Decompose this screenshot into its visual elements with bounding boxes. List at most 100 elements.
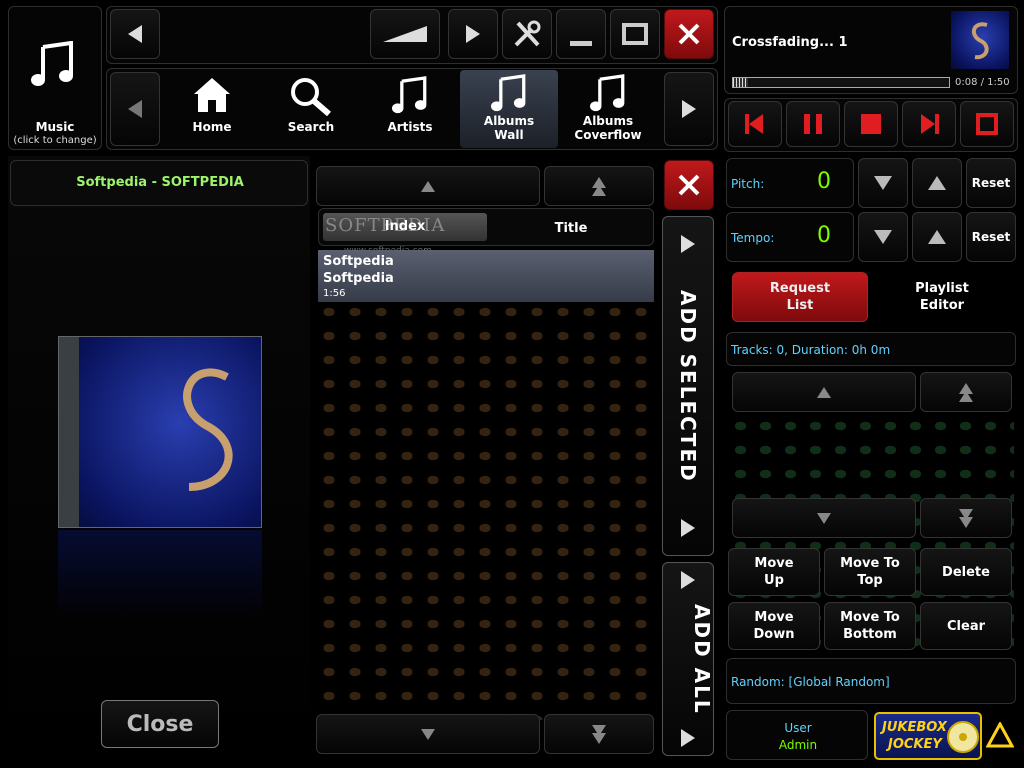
progress-fill [733, 78, 749, 87]
album-title: Softpedia - SOFTPEDIA [76, 175, 244, 190]
queue-scroll-down-button[interactable] [732, 498, 916, 538]
down-arrow-icon [421, 728, 435, 740]
scroll-down-button[interactable] [316, 714, 540, 754]
next-track-button[interactable] [902, 101, 956, 147]
add-selected-button[interactable]: ADD SELECTED [662, 216, 714, 556]
tempo-reset-button[interactable]: Reset [966, 212, 1016, 262]
nav-albums-wall-label: Albums Wall [483, 114, 535, 142]
queue-scroll-top-button[interactable] [920, 372, 1012, 412]
pitch-up-button[interactable] [912, 158, 962, 208]
home-icon [194, 78, 230, 112]
play-arrow-icon [681, 235, 695, 254]
logo-line1: JUKEBOX [882, 720, 947, 735]
clear-selection-button[interactable] [664, 160, 714, 210]
nav-home-label: Home [192, 120, 232, 134]
pitch-reset-label: Reset [971, 175, 1011, 190]
progress-bar[interactable] [732, 77, 950, 88]
move-up-button[interactable]: Move Up [728, 548, 820, 596]
nav-artists[interactable]: Artists [361, 70, 459, 148]
user-box[interactable]: User Admin [726, 710, 868, 760]
pitch-down-button[interactable] [858, 158, 908, 208]
tracklist-panel: SOFTPEDIA Index Title www.softpedia.com … [314, 160, 658, 758]
tempo-value: 0 [817, 223, 831, 248]
nav-search-label: Search [287, 120, 335, 134]
play-arrow-icon [681, 729, 695, 748]
forward-button[interactable] [448, 9, 498, 59]
album-cover[interactable] [58, 336, 262, 528]
nav-next-icon [682, 100, 696, 118]
stop-after-button[interactable] [960, 101, 1014, 147]
previous-track-button[interactable] [728, 101, 782, 147]
jukebox-jockey-logo[interactable]: JUKEBOX JOCKEY [874, 712, 982, 760]
source-sublabel: (click to change) [13, 135, 97, 146]
up-arrow-icon [928, 176, 946, 190]
pitch-label: Pitch: [731, 177, 765, 191]
scroll-up-button[interactable] [316, 166, 540, 206]
maximize-icon [622, 23, 648, 45]
pitch-reset-button[interactable]: Reset [966, 158, 1016, 208]
tab-playlist-editor[interactable]: Playlist Editor [874, 272, 1010, 322]
nav-next-button[interactable] [664, 72, 714, 146]
tempo-down-button[interactable] [858, 212, 908, 262]
bottom-arrow-icon [592, 732, 606, 744]
move-down-button[interactable]: Move Down [728, 602, 820, 650]
nav-albums-coverflow[interactable]: Albums Coverflow [559, 70, 657, 148]
random-box[interactable]: Random: [Global Random] [726, 658, 1016, 704]
queue-scroll-bottom-button[interactable] [920, 498, 1012, 538]
back-arrow-icon [128, 25, 142, 43]
album-close-label: Close [126, 711, 194, 737]
tab-request-list[interactable]: Request List [732, 272, 868, 322]
back-button[interactable] [110, 9, 160, 59]
close-icon [678, 174, 700, 196]
pitch-box: Pitch: 0 [726, 158, 854, 208]
maximize-button[interactable] [610, 9, 660, 59]
play-arrow-icon [681, 518, 695, 537]
move-to-bottom-button[interactable]: Move To Bottom [824, 602, 916, 650]
expand-triangle-icon[interactable] [986, 722, 1014, 748]
scroll-top-button[interactable] [544, 166, 654, 206]
tempo-label: Tempo: [731, 231, 775, 245]
music-note-icon [392, 76, 427, 114]
music-note-icon [491, 74, 526, 112]
settings-button[interactable] [502, 9, 552, 59]
move-up-label: Move Up [754, 556, 794, 588]
pause-button[interactable] [786, 101, 840, 147]
down-arrow-icon [874, 176, 892, 190]
volume-button[interactable] [370, 9, 440, 59]
nav-prev-button[interactable] [110, 72, 160, 146]
track-row[interactable]: Softpedia Softpedia 1:56 [318, 250, 654, 302]
nav-search[interactable]: Search [262, 70, 360, 148]
clear-queue-button[interactable]: Clear [920, 602, 1012, 650]
add-all-button[interactable]: ADD ALL [662, 562, 714, 756]
close-app-button[interactable] [664, 9, 714, 59]
source-selector[interactable]: Music (click to change) [8, 6, 102, 150]
up-arrow-icon [421, 180, 435, 192]
now-playing-panel: Crossfading... 1 0:08 / 1:50 [724, 6, 1018, 94]
minimize-button[interactable] [556, 9, 606, 59]
nav-home[interactable]: Home [163, 70, 261, 148]
logo-line2: JOCKEY [888, 737, 942, 752]
user-label: User [784, 721, 812, 735]
track-row-duration: 1:56 [323, 288, 346, 299]
music-note-icon [590, 74, 625, 112]
stop-button[interactable] [844, 101, 898, 147]
record-disc-icon [947, 721, 979, 753]
tempo-up-button[interactable] [912, 212, 962, 262]
column-index-label: Index [384, 219, 426, 234]
delete-button[interactable]: Delete [920, 548, 1012, 596]
source-label: Music [35, 120, 75, 134]
random-text: Random: [Global Random] [731, 675, 890, 689]
equalizer-background [316, 300, 656, 720]
move-to-top-button[interactable]: Move To Top [824, 548, 916, 596]
column-title-label[interactable]: Title [491, 220, 651, 237]
up-arrow-icon [928, 230, 946, 244]
album-close-button[interactable]: Close [101, 700, 219, 748]
now-playing-status: Crossfading... 1 [732, 35, 848, 50]
column-index[interactable]: SOFTPEDIA Index [323, 213, 487, 241]
pause-icon [804, 114, 822, 134]
add-selected-label: ADD SELECTED [676, 289, 700, 483]
nav-albums-wall[interactable]: Albums Wall [460, 70, 558, 148]
scroll-bottom-button[interactable] [544, 714, 654, 754]
delete-label: Delete [942, 564, 990, 580]
queue-scroll-up-button[interactable] [732, 372, 916, 412]
